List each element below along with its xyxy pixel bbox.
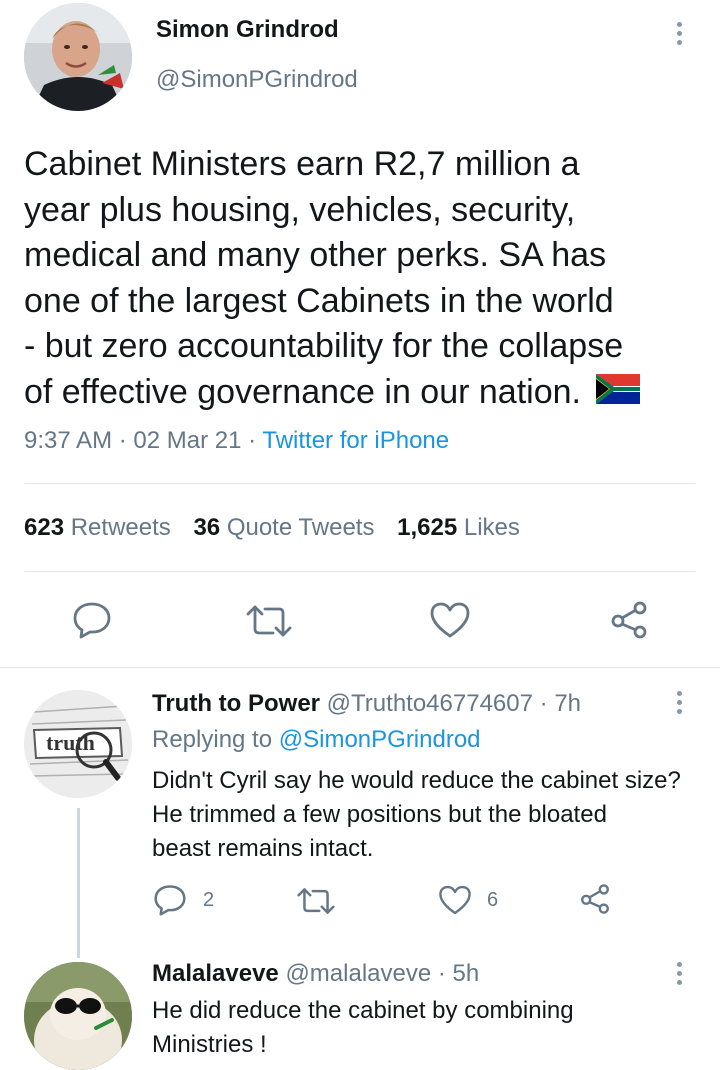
tweet-text-line: year plus housing, vehicles, security, — [24, 190, 576, 229]
reply-reply-icon[interactable] — [153, 884, 187, 916]
reply-header: Malalaveve @malalaveve · 5h — [152, 960, 480, 987]
reply-author-handle[interactable]: @malalaveve — [285, 960, 431, 987]
replying-to-label: Replying to — [152, 726, 273, 753]
reply-time: 5h — [452, 960, 480, 987]
like-icon[interactable] — [429, 601, 471, 639]
tweet-text-line: one of the largest Cabinets in the world — [24, 281, 614, 320]
reply-author-name[interactable]: Malalaveve — [152, 960, 279, 987]
more-options-icon[interactable] — [677, 22, 683, 49]
reply-text-line: He did reduce the cabinet by combining — [152, 997, 574, 1024]
likes-label: Likes — [463, 514, 520, 541]
tweet-meta: 9:37 AM · 02 Mar 21 · Twitter for iPhone — [24, 427, 450, 454]
tweet-stats: 623 Retweets 36 Quote Tweets 1,625 Likes — [24, 514, 520, 542]
thread-line — [77, 808, 80, 958]
reply-reply-count: 2 — [203, 889, 215, 911]
tweet-text-line-content: of effective governance in our nation. — [24, 372, 581, 411]
reply-share-icon[interactable] — [579, 883, 611, 915]
tweet-source-link[interactable]: Twitter for iPhone — [262, 427, 449, 454]
replying-to-link[interactable]: @SimonPGrindrod — [279, 726, 481, 753]
reply-text: Didn't Cyril say he would reduce the cab… — [152, 764, 681, 866]
replying-to: Replying to @SimonPGrindrod — [152, 726, 481, 754]
reply-text-line: Ministries ! — [152, 1031, 267, 1058]
reply-icon[interactable] — [72, 601, 112, 639]
tweet-text: Cabinet Ministers earn R2,7 million a ye… — [24, 142, 704, 416]
share-icon[interactable] — [609, 600, 649, 640]
author-name[interactable]: Simon Grindrod — [156, 16, 339, 44]
tweet-text-line: of effective governance in our nation. — [24, 370, 704, 417]
reply-more-options-icon[interactable] — [677, 962, 683, 989]
quotes-label: Quote Tweets — [226, 514, 375, 541]
tweet-time: 9:37 AM — [24, 427, 113, 454]
tweet-text-line: medical and many other perks. SA has — [24, 236, 607, 274]
likes-stat[interactable]: 1,625 Likes — [397, 514, 520, 541]
retweets-stat[interactable]: 623 Retweets — [24, 514, 177, 541]
reply-more-options-icon[interactable] — [677, 691, 683, 718]
reply-retweet-icon[interactable] — [297, 886, 335, 916]
south-africa-flag-icon — [596, 371, 641, 417]
reply-like-count: 6 — [487, 889, 499, 911]
tweet-text-line: Cabinet Ministers earn R2,7 million a — [24, 145, 580, 183]
author-avatar[interactable] — [24, 3, 132, 111]
reply-avatar-word: truth — [46, 730, 95, 755]
section-divider — [0, 667, 720, 668]
likes-count: 1,625 — [397, 514, 458, 541]
reply-like-icon[interactable] — [438, 884, 472, 916]
retweet-icon[interactable] — [246, 603, 292, 639]
reply-header: Truth to Power @Truthto46774607 · 7h — [152, 690, 582, 717]
retweets-count: 623 — [24, 514, 65, 541]
reply-text: He did reduce the cabinet by combining M… — [152, 994, 574, 1062]
reply-time: 7h — [554, 690, 582, 717]
reply-text-line: beast remains intact. — [152, 835, 374, 862]
author-handle[interactable]: @SimonPGrindrod — [156, 66, 358, 94]
reply-text-line: He trimmed a few positions but the bloat… — [152, 801, 607, 828]
reply-author-handle[interactable]: @Truthto46774607 — [327, 690, 533, 717]
reply-author-name[interactable]: Truth to Power — [152, 690, 320, 717]
divider — [24, 483, 696, 484]
reply-avatar[interactable] — [24, 962, 132, 1070]
divider — [24, 571, 696, 572]
reply-avatar[interactable]: truth — [24, 690, 132, 798]
tweet-text-line: - but zero accountability for the collap… — [24, 327, 624, 365]
quotes-stat[interactable]: 36 Quote Tweets — [193, 514, 381, 541]
quotes-count: 36 — [193, 514, 221, 541]
tweet-date: 02 Mar 21 — [133, 427, 242, 454]
reply-text-line: Didn't Cyril say he would reduce the cab… — [152, 767, 681, 794]
retweets-label: Retweets — [70, 514, 171, 541]
